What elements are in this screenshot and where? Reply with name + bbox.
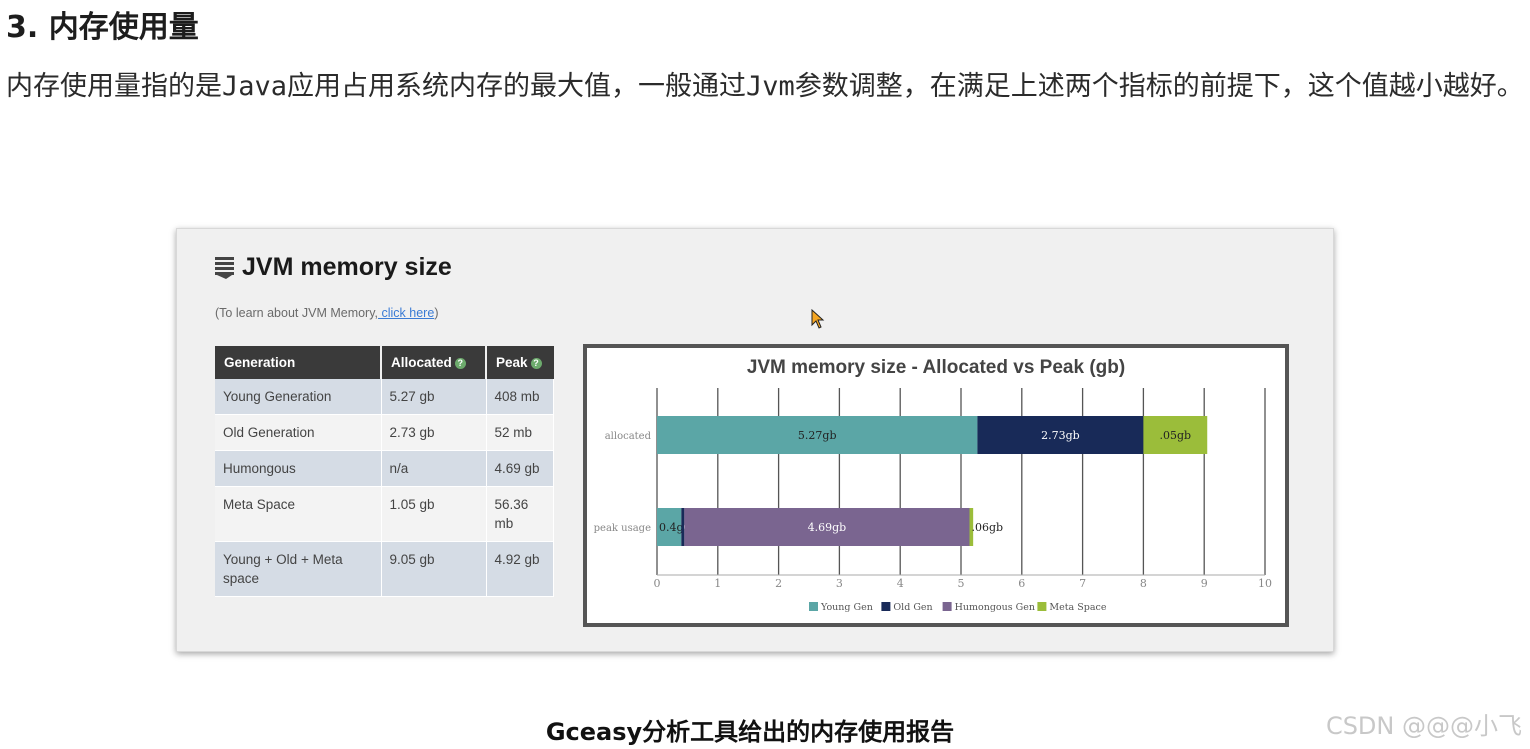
cell-peak: 56.36 mb [486,486,554,542]
cell-allocated: 1.05 gb [381,486,487,542]
cell-generation: Young Generation [215,379,382,415]
x-tick-label: 6 [1018,577,1025,590]
document-icon [215,256,234,279]
x-tick-label: 8 [1140,577,1147,590]
legend-swatch [809,602,818,611]
legend-label: Young Gen [820,602,873,613]
legend-swatch [942,602,952,611]
cell-peak: 4.92 gb [486,541,554,597]
cell-peak: 408 mb [486,379,554,415]
intro-paragraph: 内存使用量指的是Java应用占用系统内存的最大值，一般通过Jvm参数调整，在满足… [6,71,1524,102]
learn-more-text: (To learn about JVM Memory, click here) [215,306,439,320]
memory-chart: JVM memory size - Allocated vs Peak (gb)… [583,344,1289,627]
bar-data-label: 5.27gb [798,429,837,442]
bar-data-label: 0.4g [659,521,684,534]
cell-generation: Young + Old + Meta space [215,541,382,597]
memory-table: Generation Allocated? Peak? Young Genera… [215,346,554,597]
cell-generation: Meta Space [215,486,382,542]
x-tick-label: 3 [836,577,843,590]
cell-allocated: n/a [381,450,487,487]
cell-peak: 4.69 gb [486,450,554,487]
cell-peak: 52 mb [486,414,554,451]
bar-data-label: .05gb [1160,429,1192,442]
table-row: Young Generation 5.27 gb 408 mb [215,379,554,415]
table-row: Old Generation 2.73 gb 52 mb [215,414,554,451]
bar-data-label: .06gb [972,521,1004,534]
x-tick-label: 5 [958,577,965,590]
table-row: Young + Old + Meta space 9.05 gb 4.92 gb [215,541,554,597]
help-icon[interactable]: ? [530,357,542,369]
x-tick-label: 0 [654,577,661,590]
y-category-label: peak usage [594,523,651,534]
card-title: JVM memory size [215,253,452,282]
legend-swatch [881,602,891,611]
y-category-label: allocated [605,431,652,442]
cell-generation: Old Generation [215,414,382,451]
col-generation: Generation [215,346,382,379]
x-tick-label: 2 [775,577,782,590]
figure-caption: Gceasy分析工具给出的内存使用报告 [545,718,955,746]
col-peak: Peak? [486,346,554,379]
x-tick-label: 10 [1258,577,1272,590]
legend-label: Meta Space [1049,602,1106,613]
col-allocated: Allocated? [381,346,487,379]
bar-data-label: 4.69gb [808,521,847,534]
cell-generation: Humongous [215,450,382,487]
legend-swatch [1037,602,1047,611]
mouse-cursor-icon [811,309,825,329]
legend-label: Humongous Gen [955,602,1035,613]
x-tick-label: 1 [714,577,721,590]
table-row: Humongous n/a 4.69 gb [215,450,554,487]
jvm-memory-card: JVM memory size (To learn about JVM Memo… [176,228,1334,652]
legend-label: Old Gen [893,602,932,613]
bar-data-label: 2.73gb [1041,429,1080,442]
x-tick-label: 9 [1201,577,1208,590]
chart-canvas: JVM memory size - Allocated vs Peak (gb)… [594,357,1272,613]
cell-allocated: 9.05 gb [381,541,487,597]
chart-title: JVM memory size - Allocated vs Peak (gb) [747,357,1125,378]
section-heading: 3. 内存使用量 [6,10,199,45]
help-icon[interactable]: ? [454,357,466,369]
watermark: CSDN @@@小飞 [1325,712,1522,740]
click-here-link[interactable]: click here [378,306,435,320]
cell-allocated: 2.73 gb [381,414,487,451]
x-tick-label: 4 [897,577,904,590]
cell-allocated: 5.27 gb [381,379,487,415]
x-tick-label: 7 [1079,577,1086,590]
table-header-row: Generation Allocated? Peak? [215,346,554,379]
table-row: Meta Space 1.05 gb 56.36 mb [215,486,554,542]
